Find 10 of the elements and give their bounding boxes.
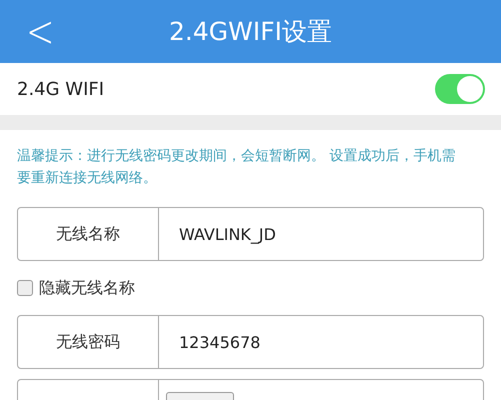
field-value-input[interactable]: 12345678 bbox=[158, 316, 483, 368]
field-label: 无线密码 bbox=[55, 330, 121, 352]
checkbox-label: 隐藏无线名称 bbox=[39, 278, 135, 298]
toggle-label: 2.4G WIFI bbox=[17, 78, 104, 100]
tip-text: 温馨提示：进行无线密码更改期间，会短暂断网。 设置成功后，手机需要重新连接无线网络。 bbox=[16, 147, 456, 188]
input-field[interactable]: 无线密码 12345678 bbox=[17, 315, 484, 369]
field-value-input[interactable]: WAVLINK_JD bbox=[158, 208, 483, 260]
field-label: 无线名称 bbox=[55, 222, 121, 244]
page-title: 2.4GWIFI设置 bbox=[169, 17, 332, 46]
input-field[interactable]: 无线名称 WAVLINK_JD bbox=[17, 207, 484, 261]
